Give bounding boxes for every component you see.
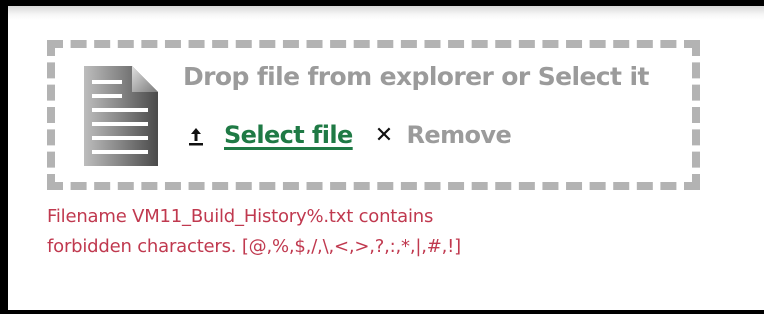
top-shadow bbox=[8, 6, 764, 20]
select-file-link[interactable]: Select file bbox=[224, 121, 353, 149]
drop-instructions: Drop file from explorer or Select it bbox=[183, 62, 649, 91]
error-line-1: Filename VM11_Build_History%.txt contain… bbox=[47, 206, 434, 227]
remove-label: Remove bbox=[406, 121, 512, 149]
remove-button[interactable]: ✕ Remove bbox=[374, 121, 512, 149]
error-message: Filename VM11_Build_History%.txt contain… bbox=[47, 202, 687, 262]
close-icon: ✕ bbox=[374, 122, 393, 148]
file-actions: Select file ✕ Remove bbox=[186, 117, 512, 153]
document-icon bbox=[84, 66, 158, 166]
upload-icon bbox=[189, 128, 203, 146]
error-line-2: forbidden characters. [@,%,$,/,\,<,>,?,:… bbox=[47, 236, 461, 257]
